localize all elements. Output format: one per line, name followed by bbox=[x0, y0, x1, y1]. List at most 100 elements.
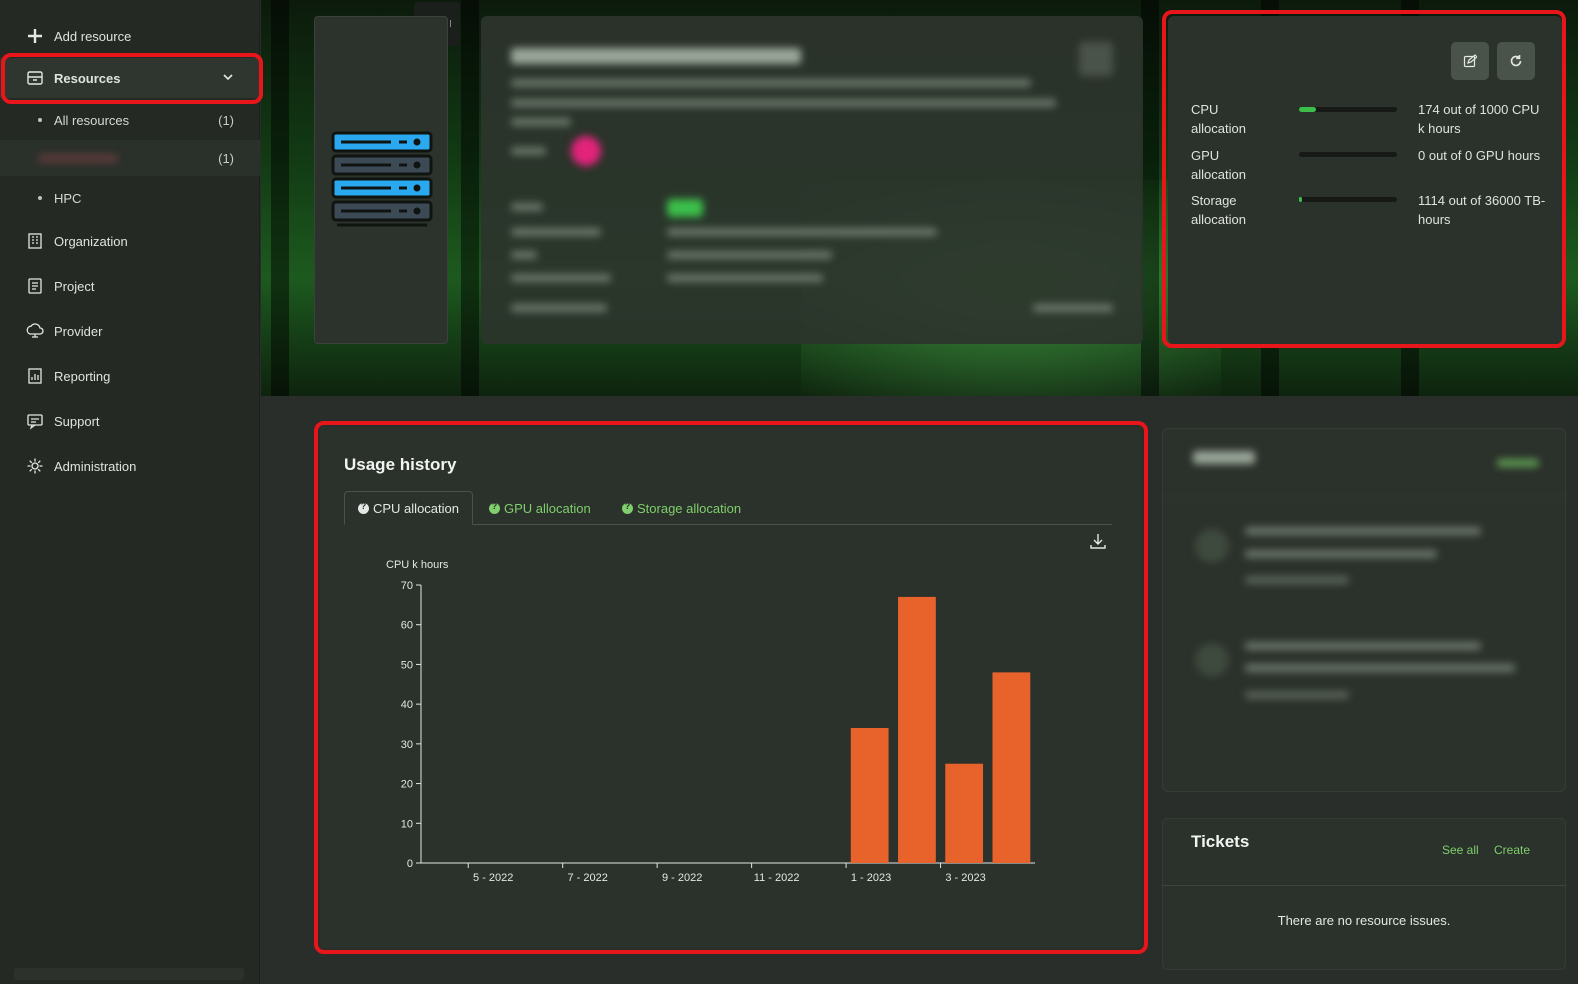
help-icon bbox=[622, 501, 633, 514]
tab-storage-allocation[interactable]: Storage allocation bbox=[622, 491, 741, 525]
server-rack bbox=[271, 0, 289, 396]
tab-label: CPU allocation bbox=[373, 500, 459, 516]
usage-chart: CPU k hours 0 10 20 30 40 50 60 70 5 - 2022 7 - 20… bbox=[386, 559, 1035, 884]
sidebar-item-support[interactable]: Support bbox=[0, 401, 260, 441]
organization-icon bbox=[26, 232, 44, 250]
obscured-text bbox=[667, 228, 937, 236]
tab-label: Storage allocation bbox=[637, 500, 742, 516]
obscured-badge bbox=[667, 199, 703, 217]
y-tick-label: 50 bbox=[401, 659, 413, 671]
sidebar-item-reporting[interactable]: Reporting bbox=[0, 356, 260, 396]
bar bbox=[898, 596, 936, 863]
sidebar-item-provider[interactable]: Provider bbox=[0, 311, 260, 351]
obscured-text bbox=[1245, 642, 1481, 650]
obscured-text bbox=[1245, 664, 1515, 672]
quota-label: Storage allocation bbox=[1191, 193, 1246, 227]
sidebar-item-label: Administration bbox=[54, 458, 137, 474]
x-tick-label: 1 - 2023 bbox=[851, 872, 891, 884]
obscured-avatar bbox=[1195, 643, 1229, 677]
divider bbox=[1163, 497, 1567, 498]
quota-progress-fill bbox=[1299, 197, 1303, 202]
server-icon bbox=[331, 131, 433, 227]
edit-icon bbox=[1463, 54, 1477, 68]
y-tick-label: 70 bbox=[401, 580, 413, 592]
tab-cpu-allocation[interactable]: CPU allocation bbox=[344, 491, 473, 525]
provider-icon bbox=[26, 322, 44, 340]
project-icon bbox=[26, 277, 44, 295]
quota-progress-bar bbox=[1299, 107, 1397, 112]
resource-logo-card bbox=[314, 16, 448, 344]
usage-tabs: CPU allocation GPU allocation Storage al… bbox=[344, 491, 1112, 525]
sidebar-item-all-resources[interactable]: All resources (1) bbox=[0, 102, 260, 138]
quota-label: CPU allocation bbox=[1191, 102, 1246, 136]
obscured-text bbox=[511, 99, 1056, 107]
sidebar-item-administration[interactable]: Administration bbox=[0, 446, 260, 486]
obscured-link bbox=[1497, 459, 1539, 467]
tab-label: GPU allocation bbox=[504, 500, 591, 516]
support-icon bbox=[26, 412, 44, 430]
obscured-text bbox=[1245, 576, 1349, 584]
x-tick-label: 7 - 2022 bbox=[568, 872, 608, 884]
resources-icon bbox=[26, 69, 44, 87]
server-rack bbox=[1141, 0, 1159, 396]
bullet bbox=[38, 118, 42, 122]
tickets-title: Tickets bbox=[1191, 832, 1250, 851]
tab-gpu-allocation[interactable]: GPU allocation bbox=[489, 491, 591, 525]
reporting-icon bbox=[26, 367, 44, 385]
obscured-text bbox=[511, 147, 546, 155]
sub-item-count: (1) bbox=[218, 112, 234, 128]
edit-button[interactable] bbox=[1451, 42, 1489, 80]
obscured-text bbox=[511, 203, 543, 211]
obscured-text bbox=[1245, 550, 1437, 558]
obscured-text bbox=[511, 304, 607, 312]
quota-value: 0 out of 0 GPU hours bbox=[1418, 148, 1541, 163]
see-all-link[interactable]: See all bbox=[1442, 843, 1479, 857]
refresh-button[interactable] bbox=[1497, 42, 1535, 80]
y-tick-label: 10 bbox=[401, 818, 413, 830]
x-tick-label: 5 - 2022 bbox=[473, 872, 513, 884]
sub-item-label: All resources bbox=[54, 112, 130, 128]
no-issues-message: There are no resource issues. bbox=[1277, 913, 1451, 928]
server-rack bbox=[461, 0, 479, 396]
y-tick-label: 60 bbox=[401, 620, 413, 632]
sidebar-item-organization[interactable]: Organization bbox=[0, 221, 260, 261]
quota-progress-bar bbox=[1299, 197, 1397, 202]
download-icon[interactable] bbox=[1089, 532, 1107, 550]
help-icon bbox=[358, 501, 369, 514]
y-axis-label: CPU k hours bbox=[386, 559, 449, 571]
sub-item-label: HPC bbox=[54, 190, 82, 206]
sidebar-item-label: Reporting bbox=[54, 368, 111, 384]
bar bbox=[850, 727, 889, 863]
resource-info-card bbox=[481, 16, 1143, 344]
obscured-text bbox=[667, 251, 832, 259]
obscured-text bbox=[1245, 527, 1481, 535]
obscured-text bbox=[511, 251, 537, 259]
sidebar-item-project[interactable]: Project bbox=[0, 266, 260, 306]
refresh-icon bbox=[1510, 55, 1522, 67]
obscured-button bbox=[1079, 42, 1113, 76]
obscured-text bbox=[511, 274, 611, 282]
y-tick-label: 20 bbox=[401, 779, 413, 791]
sidebar-item-resources[interactable]: Resources bbox=[0, 58, 260, 98]
obscured-avatar bbox=[571, 136, 601, 166]
x-tick-label: 11 - 2022 bbox=[754, 872, 800, 884]
bar bbox=[945, 763, 984, 863]
create-ticket-link[interactable]: Create bbox=[1494, 843, 1530, 857]
sidebar-item-label: Support bbox=[54, 413, 100, 429]
obscured-text bbox=[511, 228, 601, 236]
sidebar-item-hpc[interactable]: HPC bbox=[0, 180, 260, 216]
usage-title: Usage history bbox=[344, 455, 457, 474]
quota-label: GPU allocation bbox=[1191, 148, 1246, 182]
quota-value: 1114 out of 36000 TB-hours bbox=[1418, 193, 1546, 227]
activity-card bbox=[1162, 428, 1567, 792]
obscured-text bbox=[1033, 304, 1113, 312]
add-resource-button[interactable]: Add resource bbox=[0, 16, 260, 56]
sidebar-item-label: Project bbox=[54, 278, 95, 294]
obscured-title bbox=[511, 48, 801, 64]
sidebar-item-hidden-category[interactable]: (1) bbox=[0, 140, 260, 176]
plus-icon bbox=[26, 27, 44, 45]
obscured-text bbox=[667, 274, 823, 282]
sidebar-scrollbar[interactable] bbox=[14, 968, 244, 980]
quota-progress-fill bbox=[1299, 107, 1317, 112]
bar bbox=[992, 672, 1031, 863]
